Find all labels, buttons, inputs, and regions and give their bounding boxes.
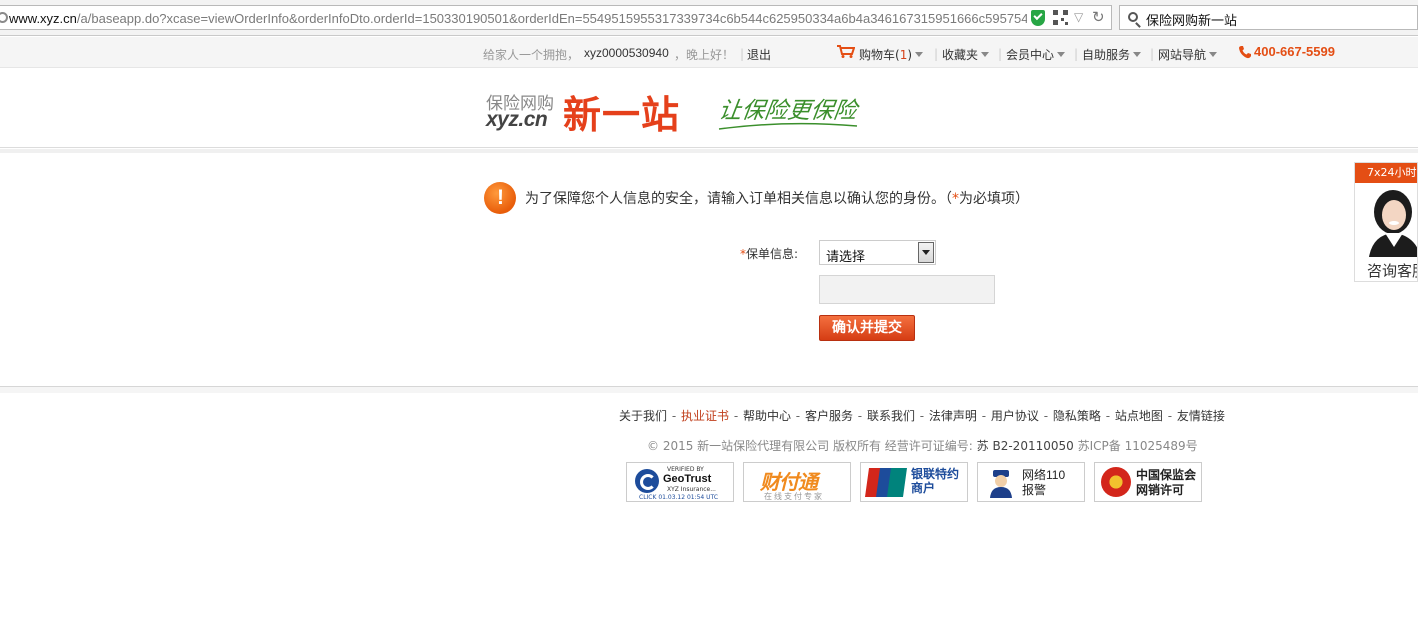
dropdown-arrow-icon[interactable] (918, 242, 934, 263)
submit-button[interactable]: 确认并提交 (819, 315, 915, 341)
slogan-swoosh (718, 122, 858, 130)
warning-icon: ! (484, 182, 516, 214)
cart-menu[interactable]: 购物车(1) (859, 46, 924, 63)
footer-link-legal[interactable]: 法律声明 (929, 409, 977, 423)
footer-link-contact[interactable]: 联系我们 (867, 409, 915, 423)
search-input[interactable]: 保险网购新一站 (1146, 10, 1237, 29)
footer-link-friends[interactable]: 友情链接 (1177, 409, 1225, 423)
qr-code-icon[interactable] (1053, 10, 1068, 25)
security-shield-icon[interactable] (1031, 10, 1045, 26)
address-bar[interactable]: www.xyz.cn/a/baseapp.do?xcase=viewOrderI… (0, 5, 1112, 30)
chat-header: 7x24小时 (1355, 163, 1417, 183)
globe-icon (0, 12, 8, 23)
policy-info-input[interactable] (819, 275, 995, 304)
divider: | (1150, 47, 1155, 61)
identity-notice: 为了保障您个人信息的安全，请输入订单相关信息以确认您的身份。（*为必填项） (525, 191, 1029, 207)
cart-label: 购物车 (859, 48, 896, 62)
hotline-number: 400-667-5599 (1254, 44, 1335, 59)
footer-links: 关于我们 - 执业证书 - 帮助中心 - 客户服务 - 联系我们 - 法律声明 … (619, 409, 1225, 423)
footer-link-about[interactable]: 关于我们 (619, 409, 667, 423)
geotrust-logo-icon (635, 469, 659, 493)
favorites-menu[interactable]: 收藏夹 (942, 46, 990, 63)
divider: | (934, 47, 939, 61)
footer-link-terms[interactable]: 用户协议 (991, 409, 1039, 423)
site-nav-menu[interactable]: 网站导航 (1158, 46, 1218, 63)
divider: | (740, 47, 745, 61)
chevron-down-icon (1133, 52, 1142, 57)
greeting-text: 给家人一个拥抱， (483, 48, 580, 62)
member-center-menu[interactable]: 会员中心 (1006, 46, 1066, 63)
logo-brand: 新一站 (563, 93, 681, 137)
agent-avatar (1369, 190, 1417, 257)
history-dropdown-icon[interactable]: ▽ (1074, 10, 1083, 24)
footer-link-privacy[interactable]: 隐私策略 (1053, 409, 1101, 423)
policy-info-select[interactable]: 请选择 (819, 240, 936, 265)
url-text[interactable]: www.xyz.cn/a/baseapp.do?xcase=viewOrderI… (9, 11, 1027, 26)
unionpay-badge[interactable]: 银联特约 商户 (860, 462, 968, 502)
divider: | (998, 47, 1003, 61)
logo-domain: xyz.cn (486, 108, 548, 131)
cart-icon[interactable] (837, 45, 855, 58)
customer-service-widget[interactable]: 7x24小时 咨询客服 (1354, 162, 1418, 282)
self-service-menu[interactable]: 自助服务 (1082, 46, 1142, 63)
footer-link-sitemap[interactable]: 站点地图 (1115, 409, 1163, 423)
geotrust-badge[interactable]: VERIFIED BY GeoTrust XYZ Insurance... CL… (626, 462, 734, 502)
select-value: 请选择 (826, 250, 866, 265)
divider: | (1074, 47, 1079, 61)
policy-info-label: *保单信息: (740, 247, 799, 261)
chevron-down-icon (1057, 52, 1066, 57)
circ-badge[interactable]: 中国保监会 网销许可 (1094, 462, 1202, 502)
chevron-down-icon (915, 52, 924, 57)
copyright-text: © 2015 新一站保险代理有限公司 版权所有 经营许可证编号: 苏 B2-20… (647, 439, 1198, 453)
reload-icon[interactable]: ↻ (1092, 8, 1105, 26)
search-icon (1128, 12, 1138, 22)
footer-link-license[interactable]: 执业证书 (681, 409, 729, 423)
chevron-down-icon (1209, 52, 1218, 57)
browser-search-box[interactable]: 保险网购新一站 (1119, 5, 1418, 30)
chevron-down-icon (981, 52, 990, 57)
footer-link-help[interactable]: 帮助中心 (743, 409, 791, 423)
chat-label: 咨询客服 (1367, 262, 1417, 280)
site-topbar: 给家人一个拥抱， xyz0000530940 ，晚上好！ | 退出 购物车(1)… (0, 37, 1418, 68)
footer-link-service[interactable]: 客户服务 (805, 409, 853, 423)
browser-toolbar: www.xyz.cn/a/baseapp.do?xcase=viewOrderI… (0, 0, 1418, 36)
tenpay-badge[interactable]: 财付通 在线支付专家 (743, 462, 851, 502)
national-emblem-icon (1101, 467, 1131, 497)
footer-band (0, 387, 1418, 393)
site-header: 保险网购 xyz.cn 新一站 让保险更保险 (0, 68, 1418, 148)
police-110-badge[interactable]: 网络110 报警 (977, 462, 1085, 502)
police-officer-icon (990, 470, 1012, 498)
logout-link[interactable]: 退出 (747, 46, 771, 63)
greeting-suffix: ，晚上好！ (674, 48, 735, 62)
unionpay-logo-icon (865, 468, 907, 497)
phone-icon (1239, 46, 1251, 59)
header-divider (0, 149, 1418, 153)
username[interactable]: xyz0000530940 (584, 46, 669, 60)
